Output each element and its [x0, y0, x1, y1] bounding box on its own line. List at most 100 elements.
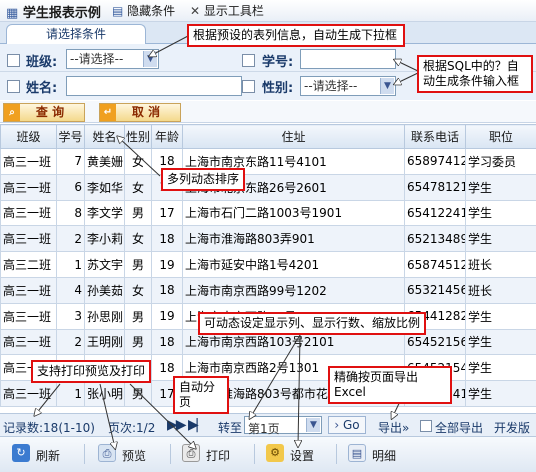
- go-label: Go: [343, 418, 360, 432]
- table-header-row: 班级 学号 姓名 性别 年龄 住址 联系电话 职位: [0, 124, 536, 149]
- class-label: 班级:: [26, 55, 58, 70]
- table-cell: 男: [124, 251, 152, 278]
- export-all-checkbox[interactable]: [420, 420, 432, 432]
- gender-checkbox[interactable]: [242, 80, 255, 93]
- table-cell: 男: [124, 302, 152, 330]
- table-cell: 2: [56, 225, 85, 253]
- table-cell: 女: [124, 173, 152, 201]
- toolbar-divider: [84, 444, 85, 464]
- column-header[interactable]: 职位: [465, 124, 536, 149]
- annotation-print: 支持打印预览及打印: [31, 360, 151, 383]
- column-header[interactable]: 性别: [124, 124, 152, 149]
- table-cell: 18: [151, 328, 183, 356]
- table-row[interactable]: 高三一班 2 李小莉女 18 上海市淮海路803弄901 65213489 学生: [0, 225, 536, 253]
- next-page-icon[interactable]: ▶▶: [167, 417, 186, 433]
- table-cell: 学生: [465, 354, 536, 382]
- table-cell: 李文学: [84, 199, 125, 227]
- table-cell: 4: [56, 276, 85, 304]
- query-button[interactable]: ⌕ 查 询: [3, 103, 85, 122]
- name-input[interactable]: [66, 76, 242, 96]
- show-toolbar-button[interactable]: ✕ 显示工具栏: [190, 2, 264, 19]
- table-cell: 男: [124, 380, 152, 407]
- undo-icon: ↵: [100, 104, 116, 121]
- pager: 记录数:18(1-10) 页次:1/2 ▶▶ ▶| 转至 第1页 ▼ › Go …: [0, 413, 536, 437]
- preview-label: 预览: [122, 449, 147, 463]
- layout-icon: ▤: [112, 4, 124, 18]
- chevron-down-icon: ▼: [306, 418, 320, 432]
- search-icon: ⌕: [4, 104, 20, 121]
- table-cell: 上海市石门二路1003号1901: [182, 199, 405, 227]
- app-title-text: 学生报表示例: [22, 6, 101, 21]
- tab-conditions[interactable]: 请选择条件: [6, 24, 146, 44]
- page-select-value: 第1页: [248, 422, 280, 436]
- details-button[interactable]: ▤ 明细: [348, 444, 408, 464]
- query-label: 查 询: [35, 105, 65, 119]
- table-cell: 学生: [465, 302, 536, 330]
- column-header[interactable]: 联系电话: [404, 124, 466, 149]
- preview-button[interactable]: ⎙ 预览: [98, 444, 158, 464]
- table-cell: 18: [151, 276, 183, 304]
- gender-select[interactable]: --请选择-- ▼: [300, 76, 396, 96]
- annotation-excel: 精确按页面导出Excel: [328, 366, 452, 404]
- table-cell: 6: [56, 173, 85, 201]
- student-id-label: 学号:: [262, 55, 294, 70]
- table-cell: 上海市南京西路99号1202: [182, 276, 405, 304]
- hide-conditions-label: 隐藏条件: [127, 4, 176, 18]
- table-cell: 班长: [465, 276, 536, 304]
- table-cell: 65478121: [404, 173, 466, 201]
- table-cell: 65213489: [404, 225, 466, 253]
- class-select[interactable]: --请选择-- ▼: [66, 49, 159, 69]
- table-cell: 高三一班: [0, 302, 57, 330]
- table-row[interactable]: 高三二班 1 苏文宇男 19 上海市延安中路1号4201 65874512 班长: [0, 251, 536, 278]
- table-cell: 张小明: [84, 380, 125, 407]
- student-id-checkbox[interactable]: [242, 54, 255, 67]
- hide-conditions-button[interactable]: ▤ 隐藏条件: [112, 2, 175, 19]
- annotation-dynamic: 可动态设定显示列、显示行数、缩放比例: [198, 312, 426, 335]
- gender-label: 性别:: [262, 81, 294, 96]
- export-link[interactable]: 导出»: [378, 419, 409, 436]
- table-row[interactable]: 高三一班6李如华女18上海市北京东路26号260165478121学生: [0, 173, 536, 201]
- column-header[interactable]: 学号: [56, 124, 85, 149]
- table-cell: 高三一班: [0, 276, 57, 304]
- name-checkbox[interactable]: [7, 80, 20, 93]
- table-cell: 65412241: [404, 199, 466, 227]
- show-toolbar-label: 显示工具栏: [203, 4, 264, 18]
- toolbar-divider: [336, 444, 337, 464]
- cancel-button[interactable]: ↵ 取 消: [99, 103, 181, 122]
- table-cell: 65874512: [404, 251, 466, 278]
- annotation-dropdown: 根据预设的表列信息，自动生成下拉框: [187, 24, 405, 47]
- table-cell: 男: [124, 199, 152, 227]
- page-select[interactable]: 第1页 ▼: [244, 416, 322, 436]
- table-cell: 7: [56, 148, 85, 175]
- preview-icon: ⎙: [98, 444, 116, 462]
- table-row[interactable]: 高三一班1张小明男17上海市淮海路803号都市花园20号楼50163545241…: [0, 380, 536, 407]
- table-cell: 王明刚: [84, 328, 125, 356]
- table-cell: 学生: [465, 199, 536, 227]
- go-arrow-icon: ›: [334, 418, 340, 432]
- table-row[interactable]: 高三一班 8 李文学男 17 上海市石门二路1003号1901 65412241 学生: [0, 199, 536, 227]
- table-cell: 上海市淮海路803弄901: [182, 225, 405, 253]
- print-button[interactable]: ⎙ 打印: [182, 444, 242, 464]
- student-id-input[interactable]: [300, 49, 396, 69]
- chevron-down-icon: ▼: [380, 78, 394, 94]
- settings-button[interactable]: ⚙ 设置: [266, 444, 326, 464]
- column-header[interactable]: 住址: [182, 124, 405, 149]
- toolbar-divider: [254, 444, 255, 464]
- app-title: ▦ 学生报表示例: [6, 2, 101, 21]
- table-cell: 8: [56, 199, 85, 227]
- table-cell: 李小莉: [84, 225, 125, 253]
- settings-icon: ⚙: [266, 444, 284, 462]
- table-cell: 苏文宇: [84, 251, 125, 278]
- table-cell: 高三一班: [0, 380, 57, 407]
- refresh-button[interactable]: ↻ 刷新: [12, 444, 72, 464]
- column-header[interactable]: 姓名: [84, 124, 125, 149]
- column-header[interactable]: 年龄: [151, 124, 183, 149]
- gender-select-value: --请选择--: [304, 79, 358, 93]
- class-checkbox[interactable]: [7, 54, 20, 67]
- table-row[interactable]: 高三一班 7 黄美姗女 18 上海市南京东路11号4101 65897412 学习委员: [0, 148, 536, 175]
- table-row[interactable]: 高三一班 4 孙美茹女 18 上海市南京西路99号1202 65321456 班长: [0, 276, 536, 304]
- last-page-icon[interactable]: ▶|: [188, 417, 200, 433]
- table-cell: 高三一班: [0, 148, 57, 175]
- go-button[interactable]: › Go: [328, 416, 366, 434]
- column-header[interactable]: 班级: [0, 124, 57, 149]
